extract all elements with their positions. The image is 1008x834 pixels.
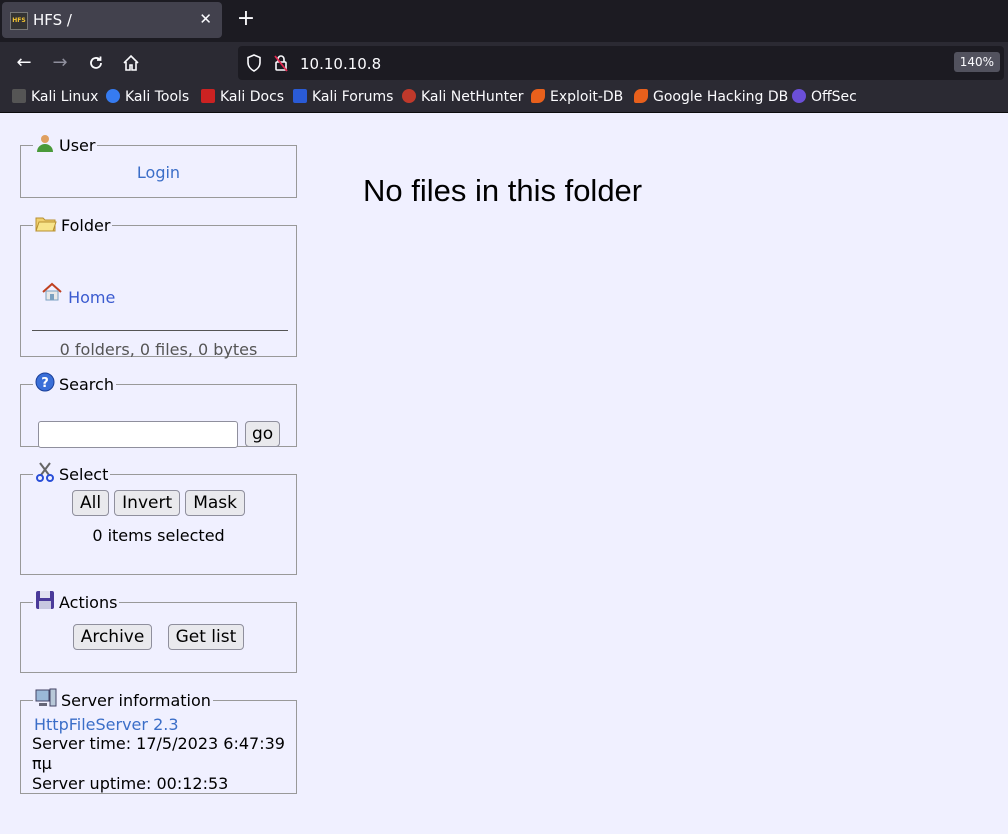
svg-text:?: ? bbox=[41, 376, 49, 391]
zoom-level[interactable]: 140% bbox=[953, 52, 1000, 72]
mask-button[interactable]: Mask bbox=[185, 490, 246, 516]
server-legend: Server information bbox=[61, 691, 211, 710]
insecure-lock-icon[interactable] bbox=[274, 54, 288, 76]
folder-panel: Folder Home 0 folders, 0 files, 0 bytes bbox=[20, 213, 297, 359]
get-list-button[interactable]: Get list bbox=[167, 624, 245, 650]
computer-icon bbox=[35, 688, 57, 712]
new-tab-icon[interactable]: + bbox=[236, 6, 256, 31]
home-entry[interactable]: Home bbox=[41, 282, 115, 307]
bookmark-google-hacking-db[interactable]: Google Hacking DB bbox=[634, 89, 788, 105]
bookmark-exploit-db[interactable]: Exploit-DB bbox=[531, 89, 623, 105]
navigation-toolbar: ← → 10.10.10.8 140% bbox=[0, 42, 1008, 84]
search-input[interactable] bbox=[38, 421, 238, 448]
bookmark-offsec[interactable]: OffSec bbox=[792, 89, 857, 105]
bookmark-kali-docs[interactable]: Kali Docs bbox=[201, 89, 284, 105]
user-legend: User bbox=[59, 136, 96, 155]
server-info-panel: Server information HttpFileServer 2.3 Se… bbox=[20, 688, 297, 794]
tab-bar: HFS HFS / ✕ + bbox=[0, 0, 1008, 42]
close-tab-icon[interactable]: ✕ bbox=[199, 10, 212, 28]
kali-dragon-icon bbox=[12, 89, 26, 103]
kali-tools-icon bbox=[106, 89, 120, 103]
no-files-message: No files in this folder bbox=[363, 173, 643, 208]
url-bar[interactable]: 10.10.10.8 140% bbox=[238, 46, 1004, 80]
actions-panel: Actions Archive Get list bbox=[20, 590, 297, 673]
actions-legend: Actions bbox=[59, 593, 118, 612]
tab-title: HFS / bbox=[33, 11, 72, 29]
bookmark-kali-linux[interactable]: Kali Linux bbox=[12, 89, 98, 105]
folder-stats: 0 folders, 0 files, 0 bytes bbox=[59, 340, 258, 359]
scissors-icon bbox=[35, 462, 55, 486]
folder-divider bbox=[32, 330, 288, 331]
ghdb-icon bbox=[634, 89, 648, 103]
reload-icon[interactable] bbox=[84, 51, 108, 75]
folder-open-icon bbox=[35, 213, 57, 237]
shield-icon[interactable] bbox=[246, 54, 262, 76]
help-icon: ? bbox=[35, 372, 55, 396]
select-legend: Select bbox=[59, 465, 109, 484]
home-icon[interactable] bbox=[119, 51, 143, 75]
forward-icon[interactable]: → bbox=[48, 51, 72, 75]
url-text[interactable]: 10.10.10.8 bbox=[300, 55, 381, 73]
user-panel: User Login bbox=[20, 133, 297, 198]
search-legend: Search bbox=[59, 375, 114, 394]
bookmark-kali-forums[interactable]: Kali Forums bbox=[293, 89, 393, 105]
kali-docs-icon bbox=[201, 89, 215, 103]
bookmarks-toolbar: Kali Linux Kali Tools Kali Docs Kali For… bbox=[0, 84, 1008, 113]
floppy-disk-icon bbox=[35, 590, 55, 614]
selection-status: 0 items selected bbox=[92, 526, 225, 545]
invert-selection-button[interactable]: Invert bbox=[114, 490, 181, 516]
go-button[interactable]: go bbox=[245, 421, 281, 447]
tab-hfs[interactable]: HFS HFS / ✕ bbox=[2, 2, 222, 38]
search-panel: ? Search go bbox=[20, 372, 297, 448]
offsec-icon bbox=[792, 89, 806, 103]
hfs-version-link[interactable]: HttpFileServer 2.3 bbox=[34, 715, 296, 734]
hfs-page: User Login Folder Home 0 folders, 0 file… bbox=[0, 113, 1008, 834]
select-panel: Select All Invert Mask 0 items selected bbox=[20, 462, 297, 575]
bookmark-kali-nethunter[interactable]: Kali NetHunter bbox=[402, 89, 523, 105]
hfs-favicon-icon: HFS bbox=[10, 12, 28, 30]
back-icon[interactable]: ← bbox=[12, 51, 36, 75]
bookmark-kali-tools[interactable]: Kali Tools bbox=[106, 89, 189, 105]
server-uptime: Server uptime: 00:12:53 bbox=[32, 774, 229, 793]
folder-legend: Folder bbox=[61, 216, 111, 235]
kali-forums-icon bbox=[293, 89, 307, 103]
archive-button[interactable]: Archive bbox=[72, 624, 153, 650]
kali-nethunter-icon bbox=[402, 89, 416, 103]
exploit-db-icon bbox=[531, 89, 545, 103]
login-link[interactable]: Login bbox=[137, 163, 180, 182]
home-folder-icon bbox=[41, 282, 63, 306]
server-time: Server time: 17/5/2023 6:47:39 πμ bbox=[32, 734, 285, 773]
select-all-button[interactable]: All bbox=[71, 490, 110, 516]
user-icon bbox=[35, 133, 55, 157]
home-link[interactable]: Home bbox=[68, 288, 115, 307]
